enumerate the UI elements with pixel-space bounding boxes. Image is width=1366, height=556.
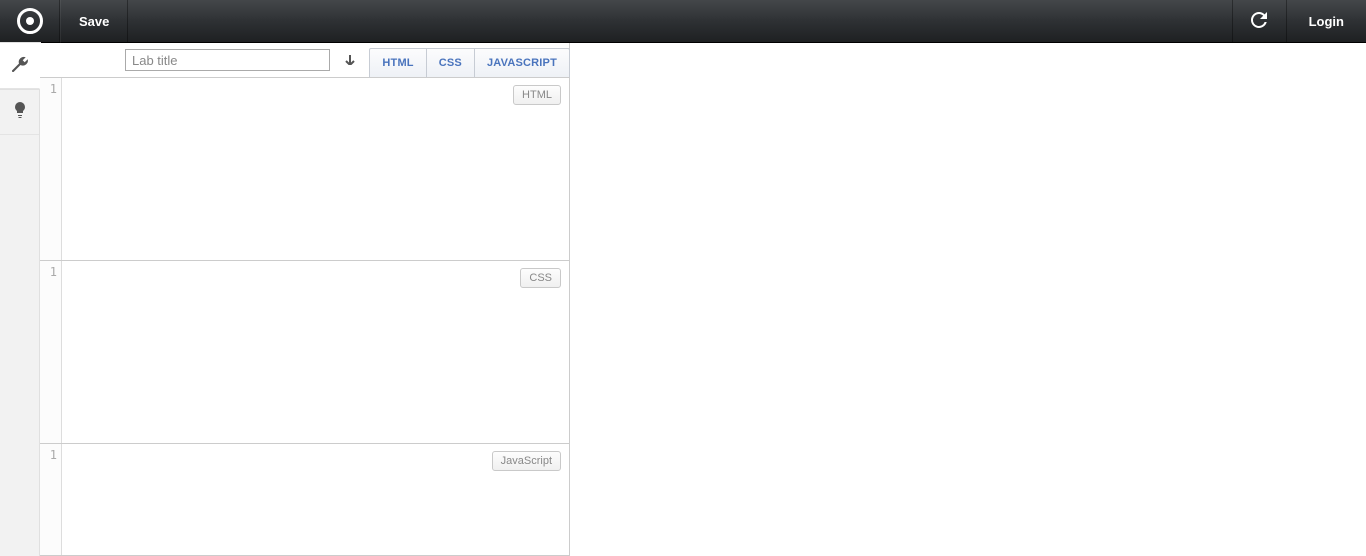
gutter-css: 1 xyxy=(40,261,62,443)
top-header: Save Login xyxy=(0,0,1366,43)
refresh-icon xyxy=(1251,12,1267,31)
pane-badge-html[interactable]: HTML xyxy=(513,85,561,105)
pane-css: 1 CSS xyxy=(40,261,569,444)
tab-html[interactable]: HTML xyxy=(369,48,426,78)
save-button[interactable]: Save xyxy=(60,0,128,43)
tab-css[interactable]: CSS xyxy=(426,48,475,78)
gutter-js: 1 xyxy=(40,444,62,555)
code-area-css[interactable]: CSS xyxy=(62,261,569,443)
code-area-js[interactable]: JavaScript xyxy=(62,444,569,555)
pane-badge-css[interactable]: CSS xyxy=(520,268,561,288)
left-sidebar xyxy=(0,43,40,556)
refresh-button[interactable] xyxy=(1232,0,1286,43)
pane-html: 1 HTML xyxy=(40,78,569,261)
language-tabs: HTML CSS JAVASCRIPT xyxy=(369,43,569,78)
login-button[interactable]: Login xyxy=(1286,0,1366,43)
editor-toolbar: HTML CSS JAVASCRIPT xyxy=(40,43,569,78)
code-area-html[interactable]: HTML xyxy=(62,78,569,260)
preview-column xyxy=(570,43,1366,556)
pane-badge-js[interactable]: JavaScript xyxy=(492,451,561,471)
lightbulb-icon xyxy=(12,102,28,121)
editor-column: HTML CSS JAVASCRIPT 1 HTML 1 CSS 1 JavaS… xyxy=(40,43,570,556)
arrow-down-icon xyxy=(344,53,356,68)
main-area: HTML CSS JAVASCRIPT 1 HTML 1 CSS 1 JavaS… xyxy=(40,43,1366,556)
tab-javascript[interactable]: JAVASCRIPT xyxy=(474,48,570,78)
gutter-html: 1 xyxy=(40,78,62,260)
expand-button[interactable] xyxy=(338,49,362,71)
lab-title-input[interactable] xyxy=(125,49,330,71)
wrench-icon xyxy=(12,56,28,75)
pane-js: 1 JavaScript xyxy=(40,444,569,556)
sidebar-item-hints[interactable] xyxy=(0,89,39,135)
logo-wrap[interactable] xyxy=(0,0,60,43)
sidebar-item-settings[interactable] xyxy=(0,43,40,89)
logo-icon xyxy=(17,8,43,34)
